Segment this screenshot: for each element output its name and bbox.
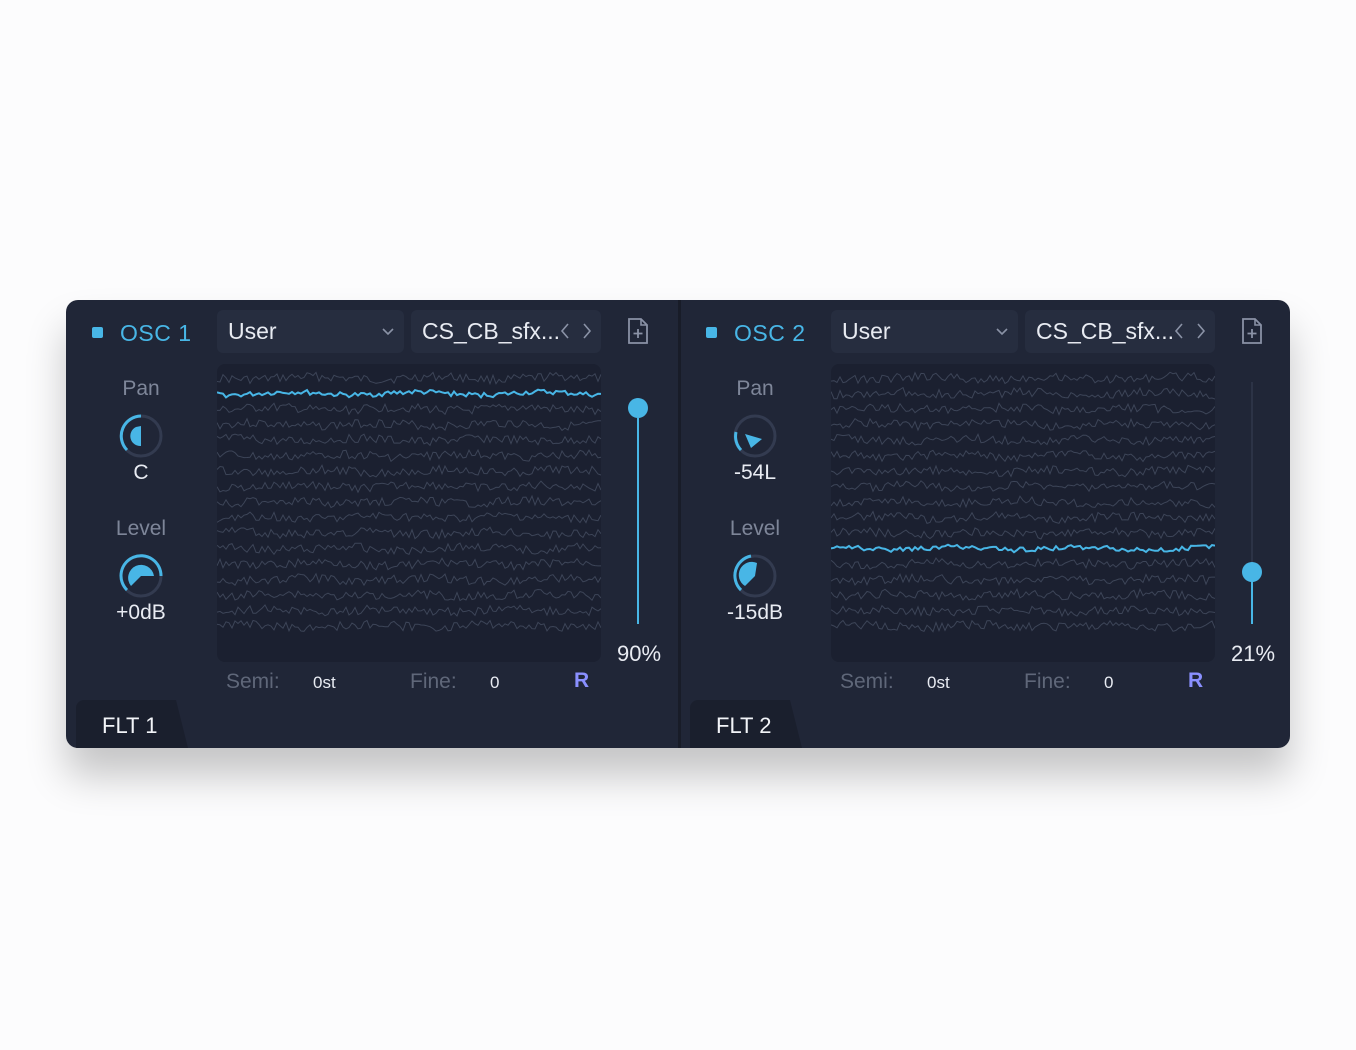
wave-frame: [831, 572, 1215, 587]
osc1-retrigger-button[interactable]: R: [574, 669, 589, 693]
osc1-sample-name: CS_CB_sfx...: [422, 318, 561, 344]
osc2-position-handle[interactable]: [1242, 562, 1262, 582]
osc2-type-dropdown[interactable]: User: [831, 310, 1018, 353]
wave-frame: [217, 604, 601, 617]
active-wave-frame: [831, 543, 1215, 554]
wave-frame: [831, 386, 1215, 400]
osc1-wavetable-display[interactable]: [217, 364, 601, 662]
osc2-fine-label: Fine:: [1024, 670, 1071, 693]
osc1-wavetable-graph: [217, 371, 601, 633]
file-plus-icon[interactable]: [626, 317, 650, 345]
oscillator-panel: OSC 1 User CS_CB_sfx... Pan C Level +0dB: [66, 300, 1290, 748]
wave-frame: [217, 448, 601, 463]
osc2-position-value: 21%: [1230, 641, 1276, 666]
osc2-semi-value[interactable]: 0st: [927, 673, 950, 693]
wave-frame: [217, 464, 601, 478]
wave-frame: [831, 480, 1215, 493]
wave-frame: [831, 604, 1215, 618]
osc1-fine-label: Fine:: [410, 670, 457, 693]
wave-frame: [831, 464, 1215, 478]
wave-frame: [217, 402, 601, 416]
osc1-position-handle[interactable]: [628, 398, 648, 418]
osc1-level-label: Level: [115, 517, 167, 540]
osc1-level-knob[interactable]: [113, 548, 169, 604]
osc2-enable-toggle[interactable]: [706, 327, 717, 338]
osc1-position-fill: [637, 418, 639, 624]
osc2-sample-name: CS_CB_sfx...: [1036, 318, 1175, 344]
osc1-position-value: 90%: [616, 641, 662, 666]
chevron-down-icon: [996, 328, 1008, 336]
sample-nav-arrows: [560, 323, 592, 339]
osc1-pan-label: Pan: [122, 377, 160, 400]
osc2-pan-label: Pan: [736, 377, 774, 400]
osc1-fine-value[interactable]: 0: [490, 673, 499, 693]
osc2-wavetable-graph: [831, 371, 1215, 633]
osc2-level-label: Level: [729, 517, 781, 540]
tab-flt1[interactable]: FLT 1: [76, 700, 188, 748]
wave-frame: [217, 557, 601, 571]
wave-frame: [831, 449, 1215, 463]
osc2-section: OSC 2 User CS_CB_sfx... Pan -54L Level -…: [680, 300, 1290, 748]
osc1-section: OSC 1 User CS_CB_sfx... Pan C Level +0dB: [66, 300, 678, 748]
wave-frame: [217, 619, 601, 633]
wave-frame: [217, 494, 601, 509]
osc1-pan-value: C: [133, 461, 149, 484]
wave-frame: [217, 417, 601, 432]
active-wave-frame: [217, 388, 601, 400]
osc2-pan-knob[interactable]: [727, 408, 783, 464]
chevron-right-icon[interactable]: [583, 323, 592, 339]
osc2-fine-value[interactable]: 0: [1104, 673, 1113, 693]
wave-frame: [217, 480, 601, 494]
osc2-pan-value: -54L: [733, 461, 777, 484]
tab-flt2[interactable]: FLT 2: [690, 700, 802, 748]
chevron-left-icon[interactable]: [560, 323, 569, 339]
file-plus-icon[interactable]: [1240, 317, 1264, 345]
wave-frame: [831, 495, 1215, 509]
wave-frame: [217, 511, 601, 524]
wave-frame: [831, 433, 1215, 446]
wave-frame: [831, 557, 1215, 570]
osc2-level-knob[interactable]: [727, 548, 783, 604]
osc1-title: OSC 1: [120, 320, 192, 346]
chevron-down-icon: [382, 328, 394, 336]
osc1-enable-toggle[interactable]: [92, 327, 103, 338]
wave-frame: [217, 572, 601, 587]
osc2-sample-dropdown[interactable]: CS_CB_sfx...: [1025, 310, 1215, 353]
wave-frame: [217, 588, 601, 602]
wave-frame: [217, 371, 601, 386]
wave-frame: [217, 526, 601, 540]
wave-frame: [831, 417, 1215, 432]
osc1-level-value: +0dB: [116, 601, 166, 624]
chevron-left-icon[interactable]: [1174, 323, 1183, 339]
wave-frame: [831, 619, 1215, 633]
osc2-semi-label: Semi:: [840, 670, 894, 693]
wave-frame: [217, 433, 601, 447]
osc2-wavetable-display[interactable]: [831, 364, 1215, 662]
wave-frame: [217, 542, 601, 556]
osc2-type-value: User: [842, 318, 891, 344]
wave-frame: [831, 371, 1215, 385]
osc1-type-value: User: [228, 318, 277, 344]
sample-nav-arrows: [1174, 323, 1206, 339]
osc2-position-track: [1251, 382, 1253, 568]
wave-frame: [831, 587, 1215, 601]
osc2-title: OSC 2: [734, 320, 806, 346]
wave-frame: [831, 510, 1215, 525]
chevron-right-icon[interactable]: [1197, 323, 1206, 339]
osc1-pan-knob[interactable]: [113, 408, 169, 464]
wave-frame: [831, 402, 1215, 416]
osc2-retrigger-button[interactable]: R: [1188, 669, 1203, 693]
osc1-semi-label: Semi:: [226, 670, 280, 693]
osc1-semi-value[interactable]: 0st: [313, 673, 336, 693]
osc1-sample-dropdown[interactable]: CS_CB_sfx...: [411, 310, 601, 353]
osc1-type-dropdown[interactable]: User: [217, 310, 404, 353]
osc2-level-value: -15dB: [726, 601, 784, 624]
wave-frame: [831, 526, 1215, 540]
